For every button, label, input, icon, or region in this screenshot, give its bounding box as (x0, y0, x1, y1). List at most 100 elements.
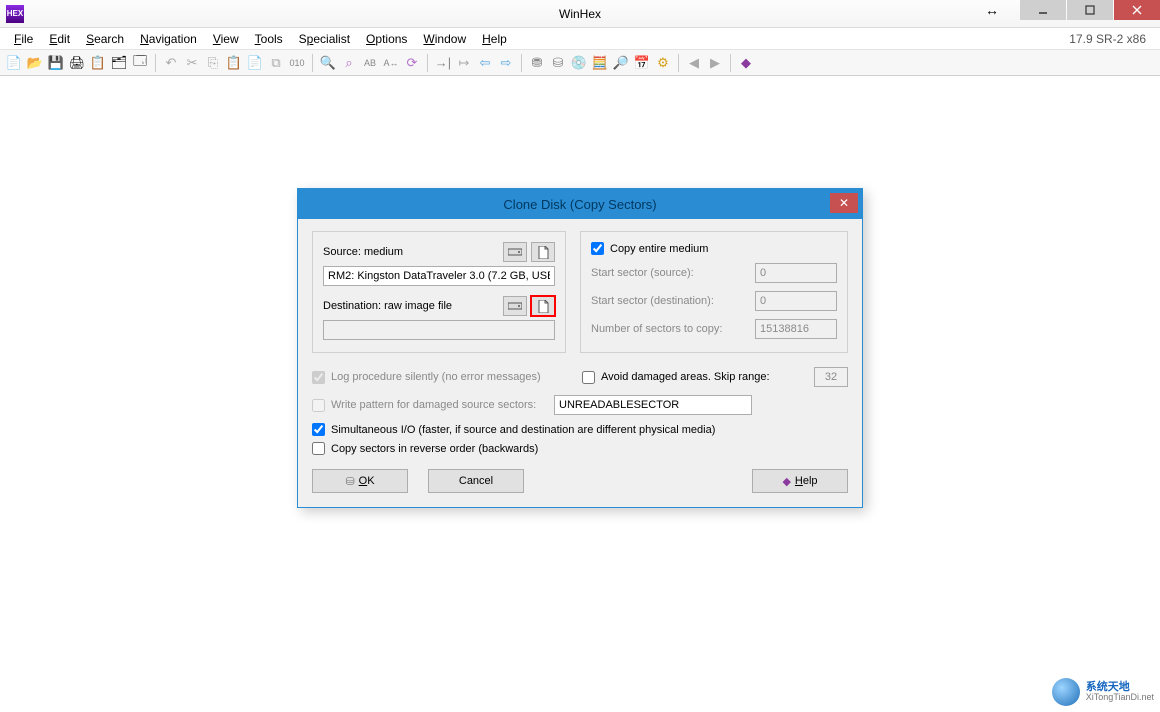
start-source-input (755, 263, 837, 283)
cut-icon[interactable]: ✂ (182, 53, 202, 73)
source-disk-button[interactable] (503, 242, 527, 262)
binary-icon[interactable]: 010 (287, 53, 307, 73)
source-file-button[interactable] (531, 242, 555, 262)
simultaneous-io-checkbox[interactable] (312, 423, 325, 436)
cancel-button[interactable]: Cancel (428, 469, 524, 493)
clone-disk-icon[interactable]: ⛁ (548, 53, 568, 73)
version-label: 17.9 SR-2 x86 (1069, 32, 1154, 46)
toolbar-separator (521, 54, 522, 72)
cancel-label: Cancel (459, 475, 493, 487)
dialog-titlebar[interactable]: Clone Disk (Copy Sectors) ✕ (298, 189, 862, 219)
menu-window[interactable]: Window (415, 32, 474, 46)
reverse-order-checkbox[interactable] (312, 442, 325, 455)
open-folder-icon[interactable]: 📂 (25, 53, 45, 73)
forward-icon[interactable]: ⇨ (496, 53, 516, 73)
find-text-icon[interactable]: 🔍 (318, 53, 338, 73)
settings-icon[interactable]: ⚙ (653, 53, 673, 73)
help-icon[interactable]: ◆ (736, 53, 756, 73)
close-button[interactable] (1114, 0, 1160, 20)
properties-icon[interactable]: 📋 (88, 53, 108, 73)
start-dest-label: Start sector (destination): (591, 295, 755, 307)
globe-icon (1052, 678, 1080, 706)
write-pattern-label: Write pattern for damaged source sectors… (331, 399, 536, 411)
write-pattern-checkbox (312, 399, 325, 412)
new-file-icon[interactable]: 📄 (4, 53, 24, 73)
main-titlebar: HEX WinHex ↔ (0, 0, 1160, 28)
simultaneous-io-label: Simultaneous I/O (faster, if source and … (331, 424, 715, 436)
reverse-order-label: Copy sectors in reverse order (backwards… (331, 443, 538, 455)
position-fwd-icon[interactable]: ▶ (705, 53, 725, 73)
menu-navigation[interactable]: Navigation (132, 32, 205, 46)
copy-entire-label: Copy entire medium (610, 243, 708, 255)
dialog-buttons: ⛁ OK Cancel ◆ Help (312, 469, 848, 493)
analyze-icon[interactable]: 🔎 (611, 53, 631, 73)
help-icon: ◆ (782, 475, 790, 488)
save-icon[interactable]: 💾 (46, 53, 66, 73)
dialog-body: Source: medium Destination: raw image fi… (298, 219, 862, 507)
pattern-input[interactable] (554, 395, 752, 415)
dest-label: Destination: raw image file (323, 300, 499, 312)
menu-view[interactable]: View (205, 32, 247, 46)
num-sectors-input (755, 319, 837, 339)
menu-file[interactable]: File (6, 32, 41, 46)
avoid-damaged-label: Avoid damaged areas. Skip range: (601, 371, 770, 383)
calendar-icon[interactable]: 📅 (632, 53, 652, 73)
toolbar-separator (427, 54, 428, 72)
position-back-icon[interactable]: ◀ (684, 53, 704, 73)
copy-icon[interactable]: ⎘ (203, 53, 223, 73)
source-input[interactable] (323, 266, 555, 286)
disk-tools-icon[interactable]: ⛃ (527, 53, 547, 73)
start-dest-input (755, 291, 837, 311)
copy-entire-checkbox[interactable] (591, 242, 604, 255)
open-disk-icon[interactable]: 🗂 (109, 53, 129, 73)
disk-stack-icon: ⛁ (345, 475, 354, 488)
menu-edit[interactable]: Edit (41, 32, 78, 46)
replace-text-icon[interactable]: AB (360, 53, 380, 73)
calculator-icon[interactable]: 🧮 (590, 53, 610, 73)
back-icon[interactable]: ⇦ (475, 53, 495, 73)
dest-disk-button[interactable] (503, 296, 527, 316)
go-to-offset-icon[interactable]: →| (433, 53, 453, 73)
dest-input[interactable] (323, 320, 555, 340)
copy-block-icon[interactable]: ⧉ (266, 53, 286, 73)
toolbar: 📄 📂 💾 🖨 📋 🗂 🗔 ↶ ✂ ⎘ 📋 📄 ⧉ 010 🔍 ⌕ AB A↔ … (0, 50, 1160, 76)
replace-hex-icon[interactable]: A↔ (381, 53, 401, 73)
menubar: File Edit Search Navigation View Tools S… (0, 28, 1160, 50)
menu-options[interactable]: Options (358, 32, 415, 46)
watermark: 系统天地 XiTongTianDi.net (1052, 678, 1154, 706)
toolbar-separator (155, 54, 156, 72)
menu-specialist[interactable]: Specialist (291, 32, 358, 46)
print-icon[interactable]: 🖨 (67, 53, 87, 73)
find-hex-icon[interactable]: ⌕ (339, 53, 359, 73)
resize-handle-icon[interactable]: ↔ (979, 0, 1005, 20)
log-silently-checkbox (312, 371, 325, 384)
options-block: Log procedure silently (no error message… (312, 367, 848, 455)
menu-help[interactable]: Help (474, 32, 515, 46)
undo-icon[interactable]: ↶ (161, 53, 181, 73)
ok-button[interactable]: ⛁ OK (312, 469, 408, 493)
clone-disk-dialog: Clone Disk (Copy Sectors) ✕ Source: medi… (297, 188, 863, 508)
disk-icon (508, 301, 522, 311)
toolbar-separator (312, 54, 313, 72)
menu-tools[interactable]: Tools (247, 32, 291, 46)
dialog-close-button[interactable]: ✕ (830, 193, 858, 213)
maximize-button[interactable] (1067, 0, 1113, 20)
watermark-url: XiTongTianDi.net (1086, 693, 1154, 703)
clipboard-icon[interactable]: 📄 (245, 53, 265, 73)
menu-search[interactable]: Search (78, 32, 132, 46)
start-source-label: Start sector (source): (591, 267, 755, 279)
log-silently-label: Log procedure silently (no error message… (331, 371, 541, 383)
source-label: Source: medium (323, 246, 499, 258)
disk-image-icon[interactable]: 💿 (569, 53, 589, 73)
app-icon: HEX (6, 5, 24, 23)
minimize-button[interactable] (1020, 0, 1066, 20)
find-again-icon[interactable]: ⟳ (402, 53, 422, 73)
go-to-sector-icon[interactable]: ↦ (454, 53, 474, 73)
file-icon (538, 246, 549, 259)
avoid-damaged-checkbox[interactable] (582, 371, 595, 384)
paste-icon[interactable]: 📋 (224, 53, 244, 73)
help-button[interactable]: ◆ Help (752, 469, 848, 493)
open-ram-icon[interactable]: 🗔 (130, 53, 150, 73)
dest-file-button[interactable] (531, 296, 555, 316)
skip-range-input (814, 367, 848, 387)
